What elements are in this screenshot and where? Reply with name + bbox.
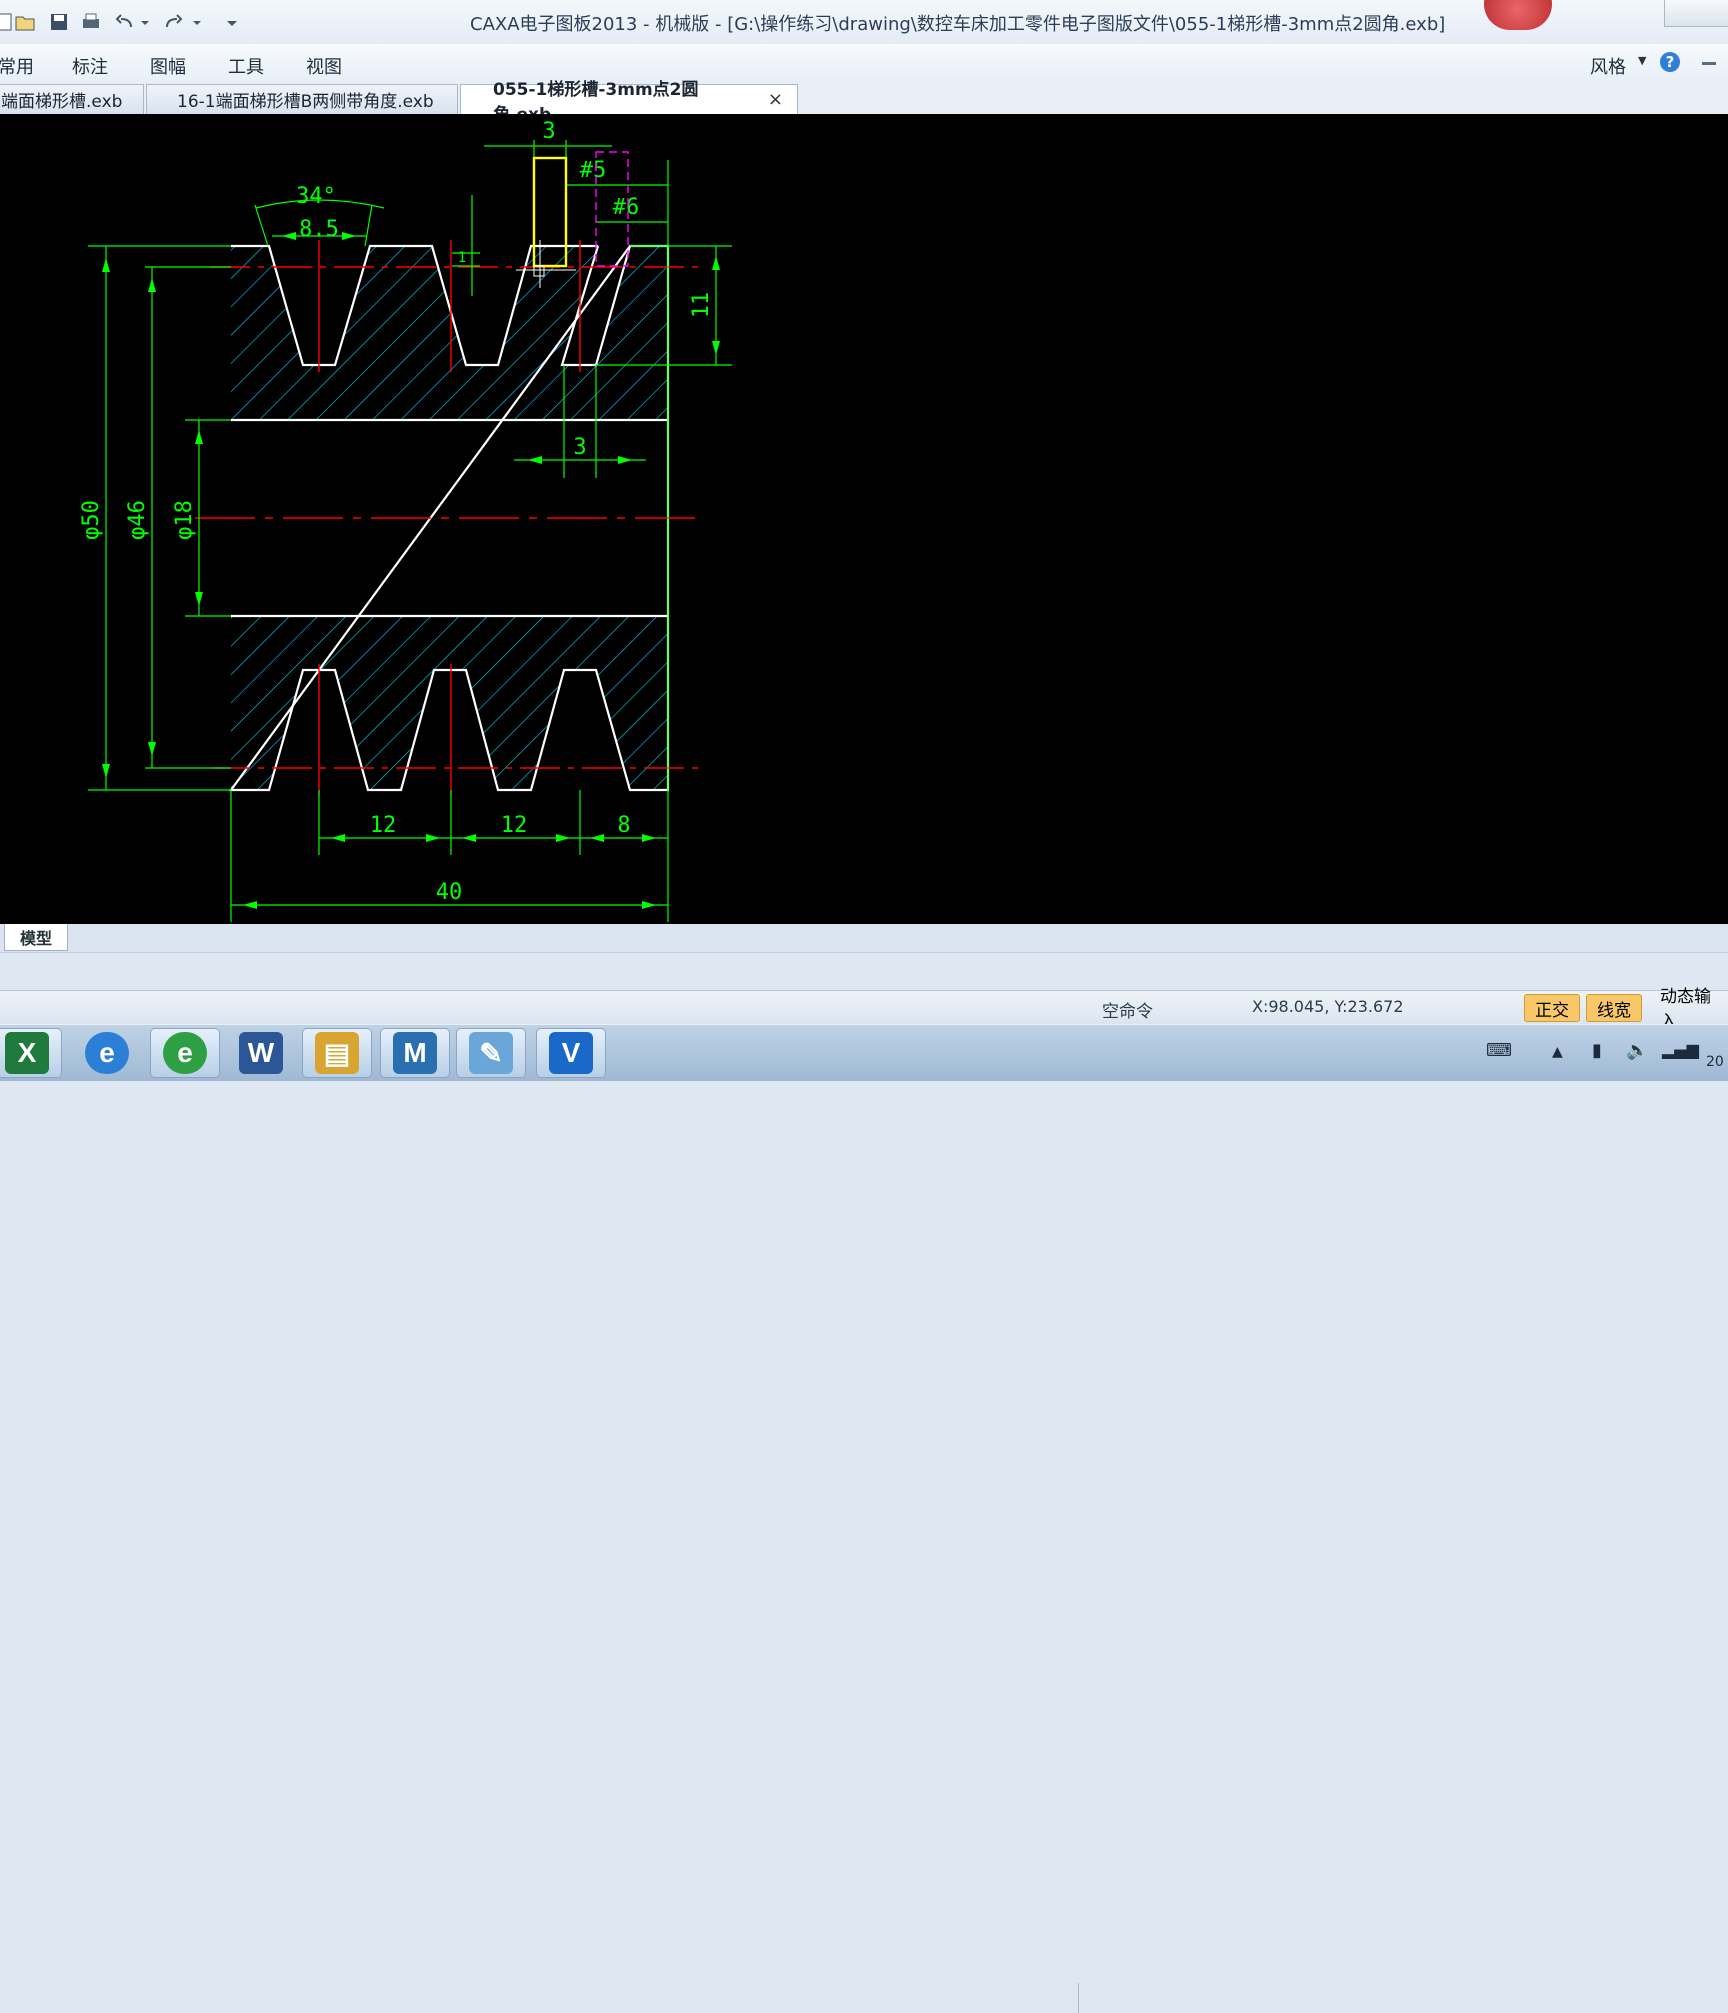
mid-width-dim-text: 3	[573, 435, 586, 460]
groove-top-dim-text: 8.5	[299, 217, 339, 242]
command-line[interactable]	[0, 952, 1728, 991]
network-icon[interactable]: ▂▄▆	[1662, 1040, 1699, 1059]
pitch2-dim-text: 12	[501, 813, 528, 838]
taskbar-explorer[interactable]: ▤	[302, 1028, 372, 1078]
tool5-label: #5	[580, 158, 607, 183]
drawing-canvas[interactable]: 34° 8.5 3 #5 #6 1 11 3 φ50 φ46 φ18 12 12…	[0, 114, 1728, 924]
customize-toolbar-icon[interactable]	[224, 10, 240, 34]
folder-icon: ▤	[315, 1032, 359, 1074]
top-width-dim-text: 3	[542, 119, 555, 144]
taskbar-ie[interactable]: e	[72, 1028, 142, 1078]
tab-end-face-groove-b[interactable]: 16-1端面梯形槽B两侧带角度.exb	[146, 84, 458, 114]
notepad-icon: ✎	[469, 1032, 513, 1074]
redo-icon[interactable]	[160, 10, 186, 34]
menu-common[interactable]: 常用	[0, 53, 34, 79]
lower-section-hatch	[231, 616, 668, 790]
taskbar-notepad[interactable]: ✎	[456, 1028, 526, 1078]
tab-label: 16-1端面梯形槽B两侧带角度.exb	[177, 92, 434, 112]
ribbon-minimize-icon[interactable]	[1702, 62, 1716, 65]
help-icon[interactable]: ?	[1660, 52, 1680, 72]
linewidth-toggle[interactable]: 线宽	[1586, 994, 1642, 1022]
excel-icon: X	[5, 1032, 49, 1074]
tab-label: 端面梯形槽.exb	[1, 92, 123, 112]
print-icon[interactable]	[78, 10, 104, 34]
tab-active-drawing[interactable]: 055-1梯形槽-3mm点2圆角.exb ×	[460, 80, 798, 125]
taskbar-caxa[interactable]: V	[536, 1028, 606, 1078]
taskbar-word[interactable]: W	[226, 1028, 296, 1078]
camera-icon[interactable]	[1484, 0, 1552, 30]
window-title: CAXA电子图板2013 - 机械版 - [G:\操作练习\drawing\数控…	[470, 14, 1446, 35]
show-hidden-icons[interactable]: ▲	[1552, 1044, 1563, 1060]
d50-dim-text: φ50	[79, 500, 104, 540]
title-bar: CAXA电子图板2013 - 机械版 - [G:\操作练习\drawing\数控…	[0, 0, 1728, 44]
style-dropdown-icon[interactable]: ▼	[1638, 54, 1646, 67]
taskbar-caxa-search[interactable]: M	[380, 1028, 450, 1078]
depth-dim-text: 11	[689, 292, 714, 319]
status-divider	[1078, 1983, 1079, 2013]
battery-icon[interactable]: ▮	[1592, 1040, 1602, 1061]
clock[interactable]: 20	[1706, 1054, 1724, 1070]
style-menu[interactable]: 风格	[1590, 53, 1626, 79]
redo-dropdown-icon[interactable]	[190, 10, 204, 34]
ortho-toggle[interactable]: 正交	[1524, 994, 1580, 1022]
taskbar-excel[interactable]: X	[0, 1028, 62, 1078]
pitch1-dim-text: 12	[370, 813, 397, 838]
d18-dim-text: φ18	[172, 500, 197, 540]
ie-icon: e	[85, 1032, 129, 1074]
caxa-icon: V	[549, 1032, 593, 1074]
layout-tab-bar	[0, 924, 1728, 952]
upper-section-hatch	[231, 246, 668, 420]
menu-view[interactable]: 视图	[306, 53, 342, 79]
d46-dim-text: φ46	[125, 500, 150, 540]
word-icon: W	[239, 1032, 283, 1074]
menu-annotate[interactable]: 标注	[72, 53, 108, 79]
dynamic-input-toggle[interactable]: 动态输入	[1650, 987, 1728, 1032]
menu-tools[interactable]: 工具	[228, 53, 264, 79]
tab-model[interactable]: 模型	[4, 924, 68, 951]
undo-dropdown-icon[interactable]	[138, 10, 152, 34]
cursor-coordinates: X:98.045, Y:23.672	[1252, 997, 1404, 1016]
total-length-dim-text: 40	[436, 880, 463, 905]
taskbar-ie-green[interactable]: e	[150, 1028, 220, 1078]
search-app-icon: M	[393, 1032, 437, 1074]
save-icon[interactable]	[46, 10, 72, 34]
close-tab-icon[interactable]: ×	[768, 89, 783, 110]
open-folder-icon[interactable]	[12, 10, 38, 34]
small-dim-text: 1	[458, 250, 466, 266]
tab-end-face-groove[interactable]: 端面梯形槽.exb	[0, 84, 144, 114]
minimize-button[interactable]	[1664, 0, 1728, 27]
status-bar	[0, 990, 1728, 2013]
tool6-label: #6	[613, 195, 640, 220]
command-status: 空命令	[1102, 1002, 1153, 1022]
end-offset-dim-text: 8	[617, 813, 630, 838]
angle-dim-text: 34°	[296, 184, 336, 209]
volume-icon[interactable]: 🔈	[1626, 1040, 1648, 1061]
keyboard-icon[interactable]: ⌨	[1486, 1040, 1512, 1061]
ie-green-icon: e	[163, 1032, 207, 1074]
undo-icon[interactable]	[112, 10, 138, 34]
menu-sheet[interactable]: 图幅	[150, 53, 186, 79]
